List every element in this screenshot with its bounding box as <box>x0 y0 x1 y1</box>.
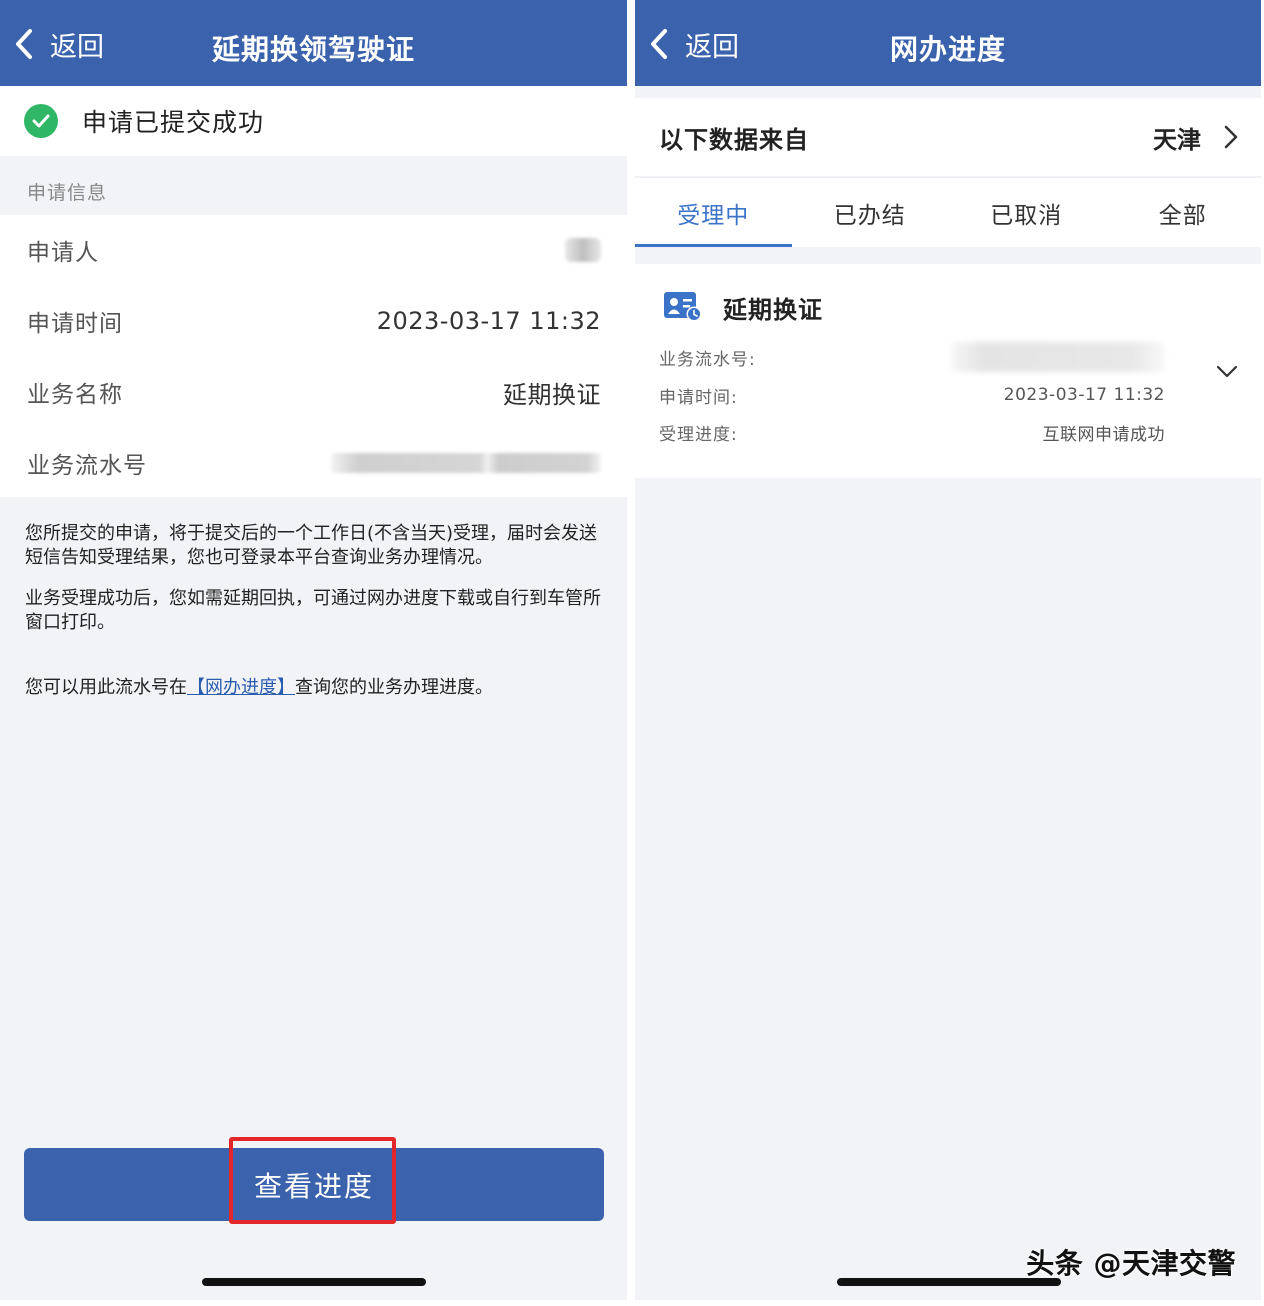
info-label: 申请时间 <box>27 311 123 337</box>
success-banner: 申请已提交成功 <box>0 86 627 156</box>
application-info: 申请人 申请时间 2023-03-17 11:32 业务名称 延期换证 业务流水… <box>0 215 627 497</box>
data-source-selector[interactable]: 以下数据来自 天津 <box>635 98 1261 176</box>
check-circle-icon <box>24 104 58 138</box>
redacted-serial-number <box>331 453 601 473</box>
application-submitted-screen: 返回 延期换领驾驶证 申请已提交成功 申请信息 申请人 申请时间 2023-03… <box>0 0 627 1300</box>
tab-all[interactable]: 全部 <box>1105 178 1262 247</box>
card-value: 互联网申请成功 <box>1042 424 1165 445</box>
tab-processing[interactable]: 受理中 <box>635 178 792 247</box>
info-row-time: 申请时间 2023-03-17 11:32 <box>27 286 601 356</box>
redacted-serial-number <box>951 342 1165 372</box>
tab-cancelled[interactable]: 已取消 <box>948 178 1105 247</box>
redacted-applicant <box>565 238 601 262</box>
card-row-serial: 业务流水号: <box>659 342 1165 372</box>
section-label: 申请信息 <box>27 182 108 204</box>
online-progress-screen: 返回 网办进度 以下数据来自 天津 受理中 已办结 已取消 全部 延期换证 业务… <box>635 0 1261 1300</box>
button-label: 查看进度 <box>253 1169 374 1203</box>
watermark: 头条 @天津交警 <box>1026 1247 1236 1280</box>
source-city: 天津 <box>1153 125 1201 154</box>
status-tabs: 受理中 已办结 已取消 全部 <box>635 177 1261 247</box>
chevron-right-icon <box>1224 125 1238 149</box>
page-title: 延期换领驾驶证 <box>211 33 415 66</box>
view-progress-button[interactable]: 查看进度 <box>24 1148 604 1221</box>
nav-bar: 返回 延期换领驾驶证 <box>0 0 627 86</box>
info-value: 延期换证 <box>503 380 601 409</box>
source-label: 以下数据来自 <box>659 125 809 154</box>
card-label: 业务流水号: <box>659 349 756 370</box>
home-indicator <box>202 1278 426 1286</box>
card-label: 申请时间: <box>659 387 738 408</box>
business-card[interactable]: 延期换证 业务流水号: 申请时间: 2023-03-17 11:32 受理进度:… <box>635 264 1261 478</box>
progress-link[interactable]: 【网办进度】 <box>187 677 295 698</box>
success-text: 申请已提交成功 <box>82 108 265 137</box>
id-card-icon <box>664 292 702 322</box>
info-label: 业务名称 <box>27 382 123 408</box>
note-paragraph: 您可以用此流水号在【网办进度】查询您的业务办理进度。 <box>25 676 605 700</box>
info-row-serial: 业务流水号 <box>27 428 601 498</box>
info-row-business: 业务名称 延期换证 <box>27 357 601 427</box>
note-paragraph: 业务受理成功后，您如需延期回执，可通过网办进度下载或自行到车管所窗口打印。 <box>25 588 601 633</box>
card-label: 受理进度: <box>659 424 738 445</box>
note-text: 您可以用此流水号在 <box>25 677 187 698</box>
info-label: 申请人 <box>27 240 99 266</box>
info-value: 2023-03-17 11:32 <box>376 307 601 335</box>
nav-bar: 返回 网办进度 <box>635 0 1261 86</box>
tab-completed[interactable]: 已办结 <box>792 178 949 247</box>
card-row-time: 申请时间: 2023-03-17 11:32 <box>659 382 1165 408</box>
card-title: 延期换证 <box>723 296 823 324</box>
card-row-progress: 受理进度: 互联网申请成功 <box>659 419 1165 445</box>
note-paragraph: 您所提交的申请，将于提交后的一个工作日(不含当天)受理，届时会发送短信告知受理结… <box>25 523 598 568</box>
page-title: 网办进度 <box>889 33 1006 66</box>
info-row-applicant: 申请人 <box>27 215 601 285</box>
chevron-down-icon[interactable] <box>1215 364 1239 380</box>
note-text: 查询您的业务办理进度。 <box>295 677 493 698</box>
card-value: 2023-03-17 11:32 <box>1003 385 1165 405</box>
info-label: 业务流水号 <box>27 453 147 479</box>
